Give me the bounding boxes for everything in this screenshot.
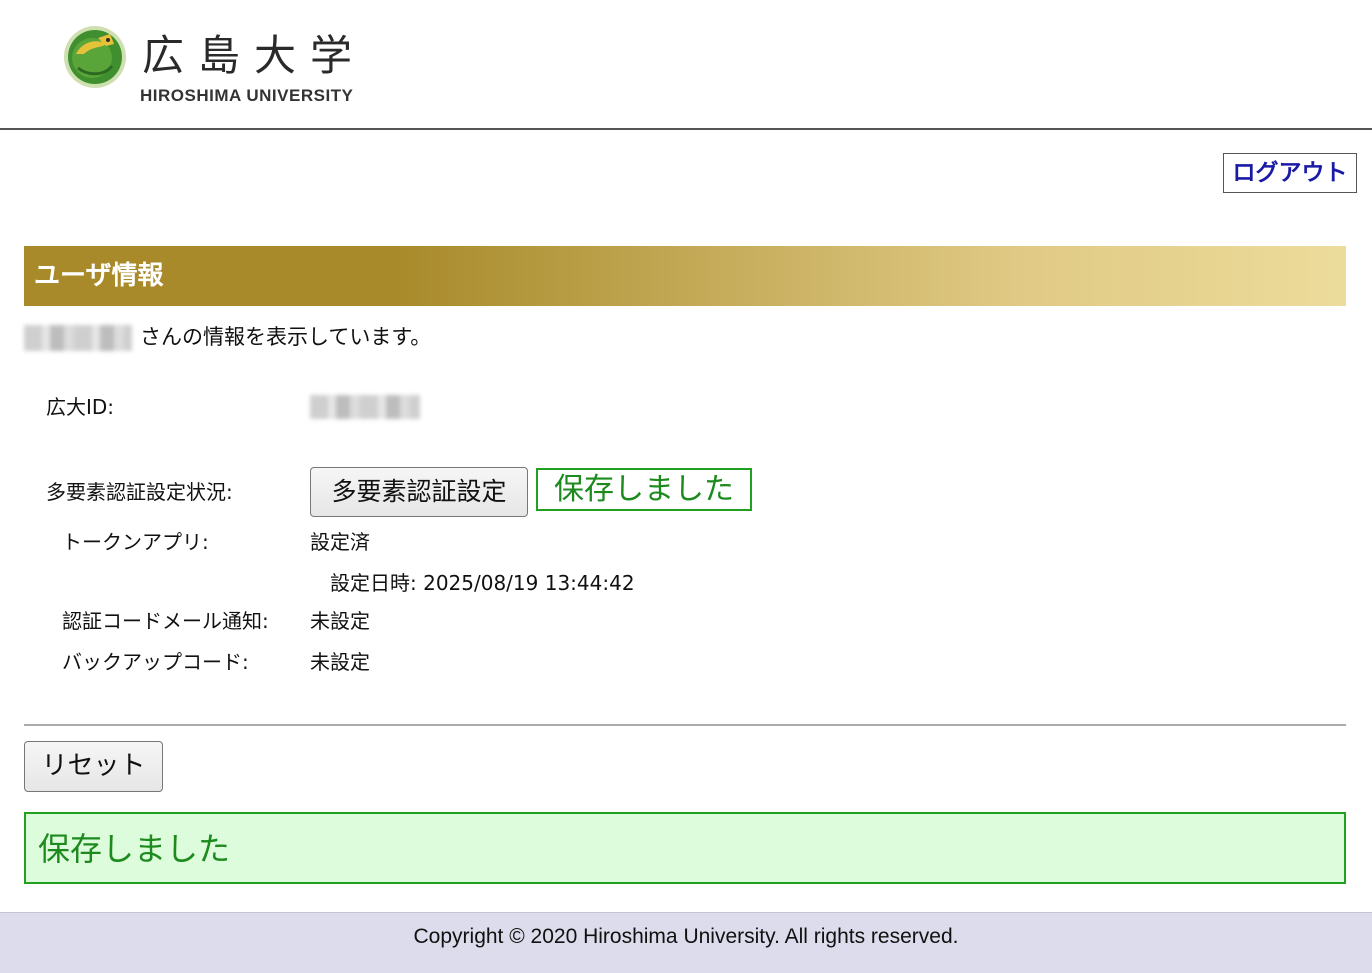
section-divider	[24, 724, 1346, 726]
email-notify-value: 未設定	[310, 609, 370, 633]
logo-english-text: HIROSHIMA UNIVERSITY	[140, 86, 354, 105]
mfa-status-label: 多要素認証設定状況:	[46, 480, 233, 504]
saved-banner-text: 保存しました	[38, 830, 231, 868]
site-footer: Copyright © 2020 Hiroshima University. A…	[0, 912, 1372, 973]
token-app-label: トークンアプリ:	[62, 530, 209, 554]
university-emblem-icon	[64, 26, 126, 88]
token-app-value: 設定済	[310, 530, 370, 554]
user-info-section-header: ユーザ情報	[24, 246, 1346, 306]
email-notify-label: 認証コードメール通知:	[62, 609, 269, 633]
copyright-text: Copyright © 2020 Hiroshima University. A…	[413, 925, 959, 948]
university-logo[interactable]: 広島大学 HIROSHIMA UNIVERSITY	[62, 24, 372, 114]
logout-button[interactable]: ログアウト	[1223, 153, 1357, 193]
token-app-set-date: 設定日時: 2025/08/19 13:44:42	[330, 571, 635, 595]
id-label: 広大ID:	[46, 395, 115, 419]
backup-code-label: バックアップコード:	[62, 650, 249, 674]
user-intro-text: さんの情報を表示しています。	[24, 322, 431, 352]
backup-code-value: 未設定	[310, 650, 370, 674]
reset-button[interactable]: リセット	[24, 741, 163, 792]
site-header: 広島大学 HIROSHIMA UNIVERSITY	[0, 0, 1372, 130]
saved-banner: 保存しました	[24, 812, 1346, 884]
redacted-user-name	[24, 325, 132, 351]
redacted-user-id	[310, 395, 420, 419]
intro-suffix: さんの情報を表示しています。	[140, 325, 432, 349]
logo-japanese-text: 広島大学	[142, 31, 367, 80]
saved-inline-message: 保存しました	[536, 468, 752, 511]
section-title: ユーザ情報	[34, 261, 164, 291]
mfa-settings-button[interactable]: 多要素認証設定	[310, 467, 528, 517]
